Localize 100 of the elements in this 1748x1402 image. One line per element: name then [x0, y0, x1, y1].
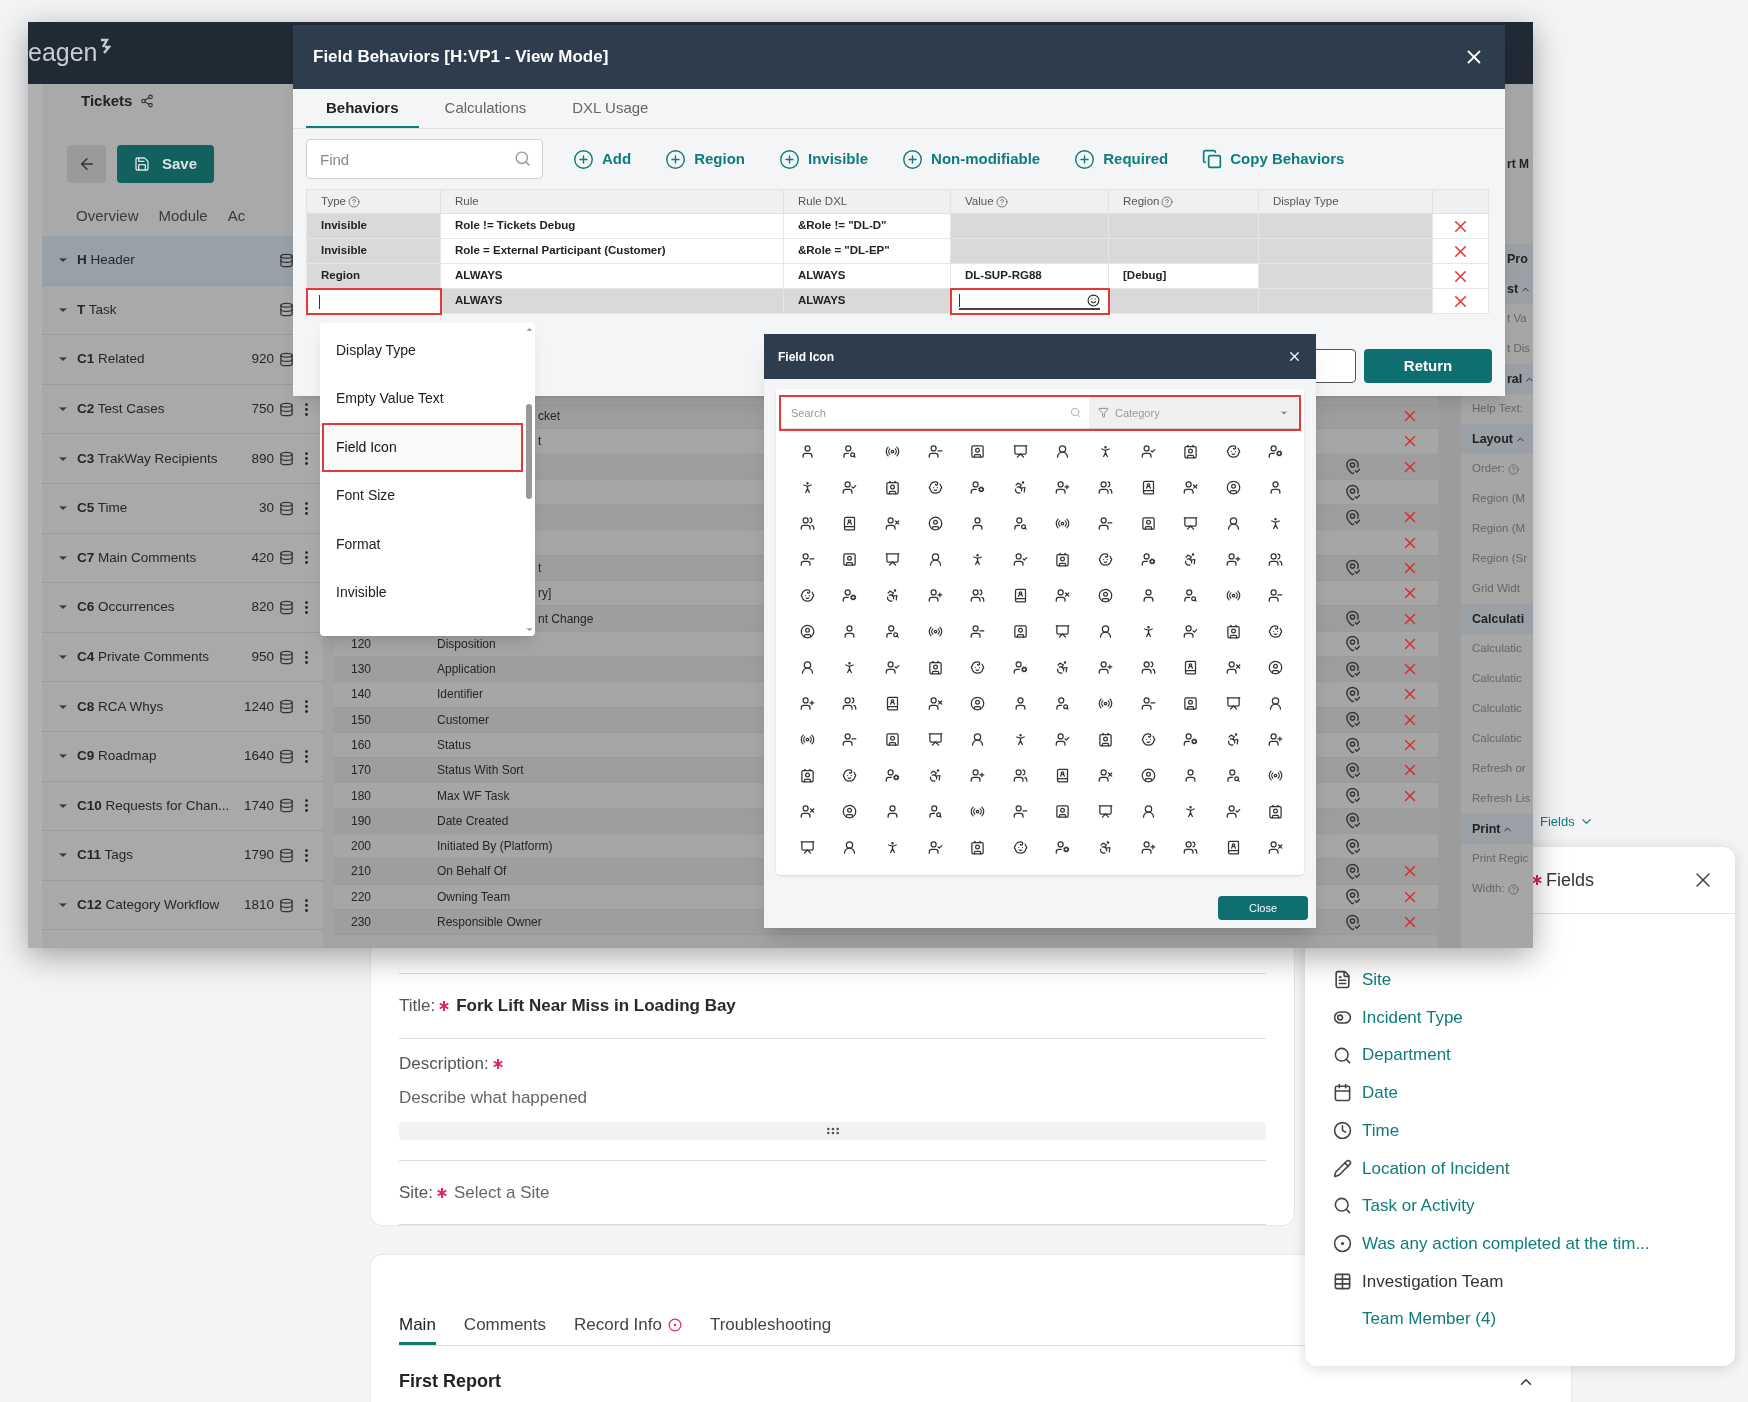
people-icon[interactable] [1140, 659, 1156, 675]
person-x-icon[interactable] [1268, 839, 1284, 855]
presentation-icon[interactable] [1097, 803, 1113, 819]
site-select[interactable]: Select a Site [454, 1179, 550, 1206]
sidebar-item[interactable]: C10 Requests for Chan... 1740 [42, 781, 323, 832]
accessibility-icon[interactable] [927, 767, 943, 783]
contact-card-icon[interactable] [1055, 551, 1071, 567]
field-option[interactable]: Task or Activity [1362, 1193, 1475, 1219]
plus-circle-icon[interactable] [902, 148, 924, 170]
person-minus-icon[interactable] [970, 623, 986, 639]
module-tab[interactable]: Ac [227, 204, 246, 228]
field-option[interactable]: Date [1362, 1080, 1398, 1106]
person-x-icon[interactable] [799, 803, 815, 819]
smiley-icon[interactable] [1087, 293, 1100, 307]
person-icon[interactable] [970, 731, 986, 747]
help-icon[interactable] [995, 195, 1008, 208]
person-icon[interactable] [1140, 587, 1156, 603]
contact-card-icon[interactable] [1183, 443, 1199, 459]
field-option[interactable]: Was any action completed at the tim... [1362, 1230, 1650, 1257]
person-minus-icon[interactable] [1268, 587, 1284, 603]
baby-icon[interactable] [799, 587, 815, 603]
person-plus-icon[interactable] [1055, 479, 1071, 495]
field-option[interactable]: Time [1362, 1117, 1400, 1144]
person-gear-icon[interactable] [842, 587, 858, 603]
section-header[interactable]: Pro [1507, 249, 1528, 269]
people-icon[interactable] [1097, 479, 1113, 495]
people-icon[interactable] [1012, 767, 1028, 783]
address-book-icon[interactable] [885, 695, 900, 711]
baby-icon[interactable] [1140, 731, 1156, 747]
person-square-icon[interactable] [970, 443, 986, 459]
person-icon[interactable] [927, 551, 943, 567]
person-check-icon[interactable] [885, 659, 900, 675]
address-book-icon[interactable] [1012, 587, 1028, 603]
address-book-icon[interactable] [1140, 479, 1156, 495]
contact-card-icon[interactable] [799, 767, 815, 783]
scrollbar-thumb[interactable] [526, 404, 532, 499]
field-option[interactable]: Incident Type [1362, 1004, 1463, 1031]
person-icon[interactable] [842, 623, 858, 639]
add-button[interactable]: Region [694, 147, 745, 171]
value-field[interactable] [950, 288, 1109, 314]
save-button[interactable]: Save [117, 145, 214, 183]
person-check-icon[interactable] [1012, 551, 1028, 567]
record-tab[interactable]: Comments [463, 1307, 547, 1345]
accessibility-icon[interactable] [1012, 479, 1028, 495]
help-icon[interactable] [347, 195, 360, 208]
field-option[interactable]: Team Member (4) [1362, 1306, 1497, 1332]
person-minus-icon[interactable] [1140, 695, 1156, 711]
person-icon[interactable] [799, 443, 815, 459]
person-minus-icon[interactable] [1012, 803, 1028, 819]
accessibility-icon[interactable] [1183, 551, 1199, 567]
contact-card-icon[interactable] [970, 839, 986, 855]
baby-icon[interactable] [842, 767, 858, 783]
person-minus-icon[interactable] [799, 551, 815, 567]
baby-icon[interactable] [1097, 551, 1113, 567]
accessibility-icon[interactable] [885, 587, 900, 603]
person-check-icon[interactable] [1140, 443, 1156, 459]
presentation-icon[interactable] [1055, 623, 1071, 639]
menu-item[interactable]: Field Icon [322, 423, 523, 472]
add-button[interactable]: Required [1103, 147, 1169, 171]
person-icon[interactable] [1183, 767, 1199, 783]
back-button[interactable] [67, 145, 106, 183]
presentation-icon[interactable] [1225, 695, 1241, 711]
person-gear-icon[interactable] [1055, 839, 1071, 855]
copy-button[interactable]: Copy Behaviors [1230, 147, 1345, 171]
field-option[interactable]: Investigation Team [1362, 1268, 1504, 1295]
person-search-icon[interactable] [1225, 767, 1241, 783]
presentation-icon[interactable] [1012, 443, 1028, 459]
person-check-icon[interactable] [1225, 803, 1241, 819]
contact-card-icon[interactable] [1225, 623, 1241, 639]
person-square-icon[interactable] [1055, 803, 1071, 819]
baby-icon[interactable] [1268, 623, 1284, 639]
person-gear-icon[interactable] [1140, 551, 1156, 567]
sidebar-item[interactable]: C8 RCA Whys 1240 [42, 682, 323, 732]
type-select-field[interactable] [306, 288, 441, 314]
field-option[interactable]: Location of Incident [1362, 1155, 1510, 1182]
address-book-icon[interactable] [1055, 767, 1071, 783]
address-book-icon[interactable] [1225, 839, 1241, 855]
module-tab[interactable]: Overview [76, 204, 139, 228]
sidebar-item[interactable]: C12 Category Workflow 1810 [42, 880, 323, 931]
person-minus-icon[interactable] [842, 731, 858, 747]
person-icon[interactable] [1012, 695, 1028, 711]
person-gear-icon[interactable] [885, 767, 900, 783]
people-icon[interactable] [799, 515, 815, 531]
person-circle-icon[interactable] [927, 515, 943, 531]
person-plus-icon[interactable] [1097, 659, 1113, 675]
dialog-tab[interactable]: Calculations [424, 90, 547, 128]
person-square-icon[interactable] [1183, 695, 1199, 711]
person-plus-icon[interactable] [970, 767, 986, 783]
return-button[interactable]: Return [1364, 349, 1492, 383]
add-button[interactable]: Non-modifiable [931, 147, 1041, 171]
person-circle-icon[interactable] [799, 623, 815, 639]
person-icon[interactable] [1268, 479, 1284, 495]
description-field[interactable]: Describe what happened [399, 1084, 1266, 1110]
person-circle-icon[interactable] [970, 695, 986, 711]
contact-card-icon[interactable] [1097, 731, 1113, 747]
person-search-icon[interactable] [1055, 695, 1071, 711]
section-header[interactable]: st [1507, 279, 1519, 299]
sidebar-item[interactable]: C9 Roadmap 1640 [42, 731, 323, 782]
field-option[interactable]: Site [1362, 967, 1392, 993]
person-icon[interactable] [1097, 623, 1113, 639]
